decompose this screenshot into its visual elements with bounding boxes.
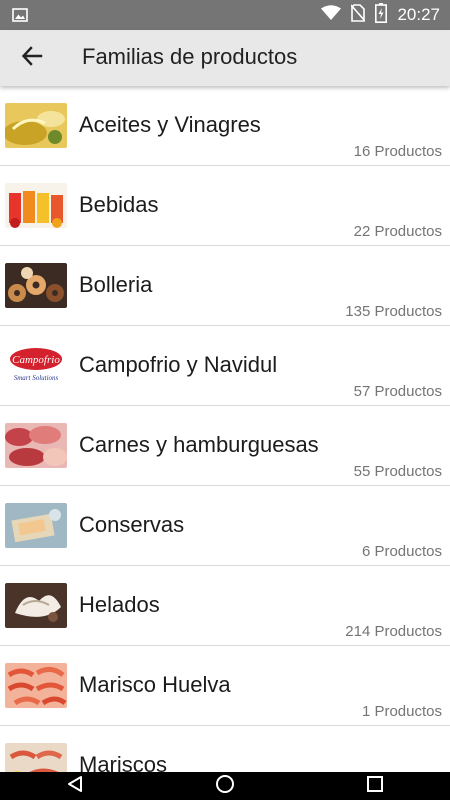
list-item[interactable]: Campofrio Smart Solutions Campofrio y Na… — [0, 326, 450, 406]
list-item[interactable]: Mariscos — [0, 726, 450, 772]
list-item[interactable]: Helados 214 Productos — [0, 566, 450, 646]
thumbnail-meat-image — [5, 423, 67, 468]
list-item[interactable]: Conservas 6 Productos — [0, 486, 450, 566]
back-button[interactable] — [14, 40, 50, 76]
family-name: Campofrio y Navidul — [79, 352, 278, 377]
family-name: Bolleria — [79, 272, 153, 297]
product-count: 6 Productos — [361, 543, 442, 560]
status-icons: 20:27 — [321, 2, 440, 28]
product-count: 22 Productos — [353, 223, 442, 240]
product-count: 214 Productos — [345, 623, 442, 640]
wifi-icon — [321, 4, 342, 26]
thumbnail-seafood-image — [5, 743, 67, 772]
product-count: 16 Productos — [353, 143, 442, 160]
thumbnail-pastry-image — [5, 263, 67, 308]
list-item[interactable]: Bebidas 22 Productos — [0, 166, 450, 246]
list-item[interactable]: Bolleria 135 Productos — [0, 246, 450, 326]
thumbnail-oil-image — [5, 103, 67, 148]
app-bar: Familias de productos — [0, 30, 450, 86]
product-count: 1 Productos — [361, 703, 442, 720]
back-triangle-icon — [66, 775, 84, 798]
arrow-back-icon — [21, 45, 43, 72]
recents-square-icon — [366, 775, 384, 798]
family-name: Carnes y hamburguesas — [79, 432, 319, 457]
page-title: Familias de productos — [82, 44, 298, 69]
product-count: 55 Productos — [353, 463, 442, 480]
family-name: Helados — [79, 592, 160, 617]
thumbnail-icecream-image — [5, 583, 67, 628]
nav-recents-button[interactable] — [355, 772, 395, 800]
family-name: Marisco Huelva — [79, 672, 231, 697]
campofrio-logo-subtext: Smart Solutions — [14, 374, 59, 382]
thumbnail-shrimp-image — [5, 663, 67, 708]
campofrio-logo-text: Campofrio — [12, 354, 60, 366]
navigation-bar — [0, 772, 450, 800]
no-sim-icon — [350, 3, 367, 27]
family-name: Bebidas — [79, 192, 159, 217]
thumbnail-canned-image — [5, 503, 67, 548]
battery-charging-icon — [375, 2, 388, 28]
nav-back-button[interactable] — [55, 772, 95, 800]
list-item[interactable]: Aceites y Vinagres 16 Productos — [0, 86, 450, 166]
status-bar: 20:27 — [0, 0, 450, 30]
list-item[interactable]: Carnes y hamburguesas 55 Productos — [0, 406, 450, 486]
status-time: 20:27 — [397, 5, 440, 24]
product-count: 135 Productos — [345, 303, 442, 320]
families-list[interactable]: Aceites y Vinagres 16 Productos Bebidas … — [0, 86, 450, 772]
family-name: Aceites y Vinagres — [79, 112, 261, 137]
thumbnail-drinks-image — [5, 183, 67, 228]
list-item[interactable]: Marisco Huelva 1 Productos — [0, 646, 450, 726]
thumbnail-campofrio-logo: Campofrio Smart Solutions — [5, 343, 67, 388]
nav-home-button[interactable] — [205, 772, 245, 800]
home-circle-icon — [215, 774, 235, 799]
product-count: 57 Productos — [353, 383, 442, 400]
family-name: Mariscos — [79, 752, 168, 772]
image-icon — [12, 7, 28, 28]
family-name: Conservas — [79, 512, 185, 537]
